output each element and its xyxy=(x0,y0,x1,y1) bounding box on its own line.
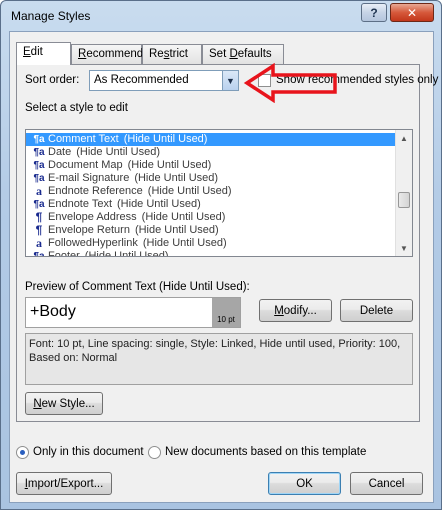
new-documents-radio[interactable] xyxy=(148,446,161,459)
style-name: Endnote Reference xyxy=(48,185,143,197)
linked-style-icon: ¶a xyxy=(33,134,45,145)
linked-style-icon: ¶a xyxy=(33,160,45,171)
window-title: Manage Styles xyxy=(11,9,91,23)
select-style-label: Select a style to edit xyxy=(25,102,128,114)
only-this-document-radio[interactable] xyxy=(16,446,29,459)
only-this-document-label: Only in this document xyxy=(33,446,144,458)
style-list-item[interactable]: ¶a Comment Text (Hide Until Used) xyxy=(26,133,396,146)
style-note: (Hide Until Used) xyxy=(134,224,219,236)
preview-label: Preview of Comment Text (Hide Until Used… xyxy=(25,281,250,293)
sort-order-dropdown[interactable]: As Recommended ▼ xyxy=(89,70,239,91)
style-name: Document Map xyxy=(48,159,123,171)
style-list-item[interactable]: ¶ Envelope Address (Hide Until Used) xyxy=(26,211,396,224)
style-name: Endnote Text xyxy=(48,198,113,210)
style-name: E-mail Signature xyxy=(48,172,130,184)
annotation-arrow-icon xyxy=(243,63,337,103)
style-name: Date xyxy=(48,146,72,158)
sort-order-value: As Recommended xyxy=(94,74,189,86)
new-style-button[interactable]: New Style... xyxy=(25,392,103,415)
new-documents-label: New documents based on this template xyxy=(165,446,367,458)
style-note: (Hide Until Used) xyxy=(147,185,232,197)
style-list-item[interactable]: ¶a E-mail Signature (Hide Until Used) xyxy=(26,172,396,185)
style-listbox[interactable]: ¶a Comment Text (Hide Until Used) ¶a Date (Hi… xyxy=(25,129,413,257)
tab-restrict[interactable]: Restrict xyxy=(142,44,202,64)
import-export-button[interactable]: Import/Export... xyxy=(16,472,112,495)
style-note: (Hide Until Used) xyxy=(76,146,160,158)
style-list-item[interactable]: ¶ Envelope Return (Hide Until Used) xyxy=(26,224,396,237)
close-button[interactable]: ✕ xyxy=(390,3,434,22)
edit-tab-panel: Sort order: As Recommended ▼ Show recomm… xyxy=(16,63,438,422)
dialog-client-area: Edit Recommend Restrict Set Defaults Sor… xyxy=(9,31,438,503)
style-note: (Hide Until Used) xyxy=(117,198,201,210)
scroll-down-icon[interactable]: ▼ xyxy=(396,240,412,256)
scrollbar-thumb[interactable] xyxy=(398,192,410,208)
linked-style-icon: ¶a xyxy=(33,251,45,257)
character-style-icon: a xyxy=(36,184,42,198)
style-list-item[interactable]: ¶a Endnote Text (Hide Until Used) xyxy=(26,198,396,211)
linked-style-icon: ¶a xyxy=(33,147,45,158)
style-list-item[interactable]: ¶a Footer (Hide Until Used) xyxy=(26,250,396,257)
manage-styles-window: Manage Styles ? ✕ Edit Recommend Restric… xyxy=(0,0,442,510)
ok-button[interactable]: OK xyxy=(268,472,341,495)
scroll-up-icon[interactable]: ▲ xyxy=(396,130,412,146)
style-name: FollowedHyperlink xyxy=(48,237,138,249)
listbox-scrollbar[interactable]: ▲ ▼ xyxy=(395,130,412,256)
sort-order-label: Sort order: xyxy=(25,74,80,86)
style-description-box: Font: 10 pt, Line spacing: single, Style… xyxy=(25,333,413,385)
title-bar[interactable]: Manage Styles ? ✕ xyxy=(1,1,441,31)
style-list-item[interactable]: a FollowedHyperlink (Hide Until Used) xyxy=(26,237,396,250)
style-note: (Hide Until Used) xyxy=(142,237,227,249)
style-preview: +Body 10 pt xyxy=(25,297,241,328)
style-note: (Hide Until Used) xyxy=(127,159,212,171)
tab-recommend[interactable]: Recommend xyxy=(71,44,143,64)
style-name: Envelope Address xyxy=(48,211,137,223)
style-note: (Hide Until Used) xyxy=(141,211,226,223)
style-list: ¶a Comment Text (Hide Until Used) ¶a Date (Hi… xyxy=(26,133,396,257)
style-name: Footer xyxy=(48,250,80,257)
cancel-button[interactable]: Cancel xyxy=(350,472,423,495)
chevron-down-icon[interactable]: ▼ xyxy=(222,71,238,90)
style-description: Font: 10 pt, Line spacing: single, Style… xyxy=(29,338,401,364)
style-note: (Hide Until Used) xyxy=(134,172,219,184)
modify-button[interactable]: Modify... xyxy=(259,299,332,322)
style-list-item[interactable]: ¶a Document Map (Hide Until Used) xyxy=(26,159,396,172)
style-name: Envelope Return xyxy=(48,224,130,236)
style-name: Comment Text xyxy=(48,133,119,145)
style-list-item[interactable]: a Endnote Reference (Hide Until Used) xyxy=(26,185,396,198)
style-note: (Hide Until Used) xyxy=(84,250,169,257)
help-button[interactable]: ? xyxy=(361,3,387,22)
style-note: (Hide Until Used) xyxy=(123,133,208,145)
tab-set-defaults[interactable]: Set Defaults xyxy=(202,44,284,64)
character-style-icon: a xyxy=(36,236,42,250)
tab-edit[interactable]: Edit xyxy=(16,42,71,65)
style-list-item[interactable]: ¶a Date (Hide Until Used) xyxy=(26,146,396,159)
preview-text: +Body xyxy=(30,303,76,320)
preview-size: 10 pt xyxy=(212,298,240,327)
delete-button[interactable]: Delete xyxy=(340,299,413,322)
